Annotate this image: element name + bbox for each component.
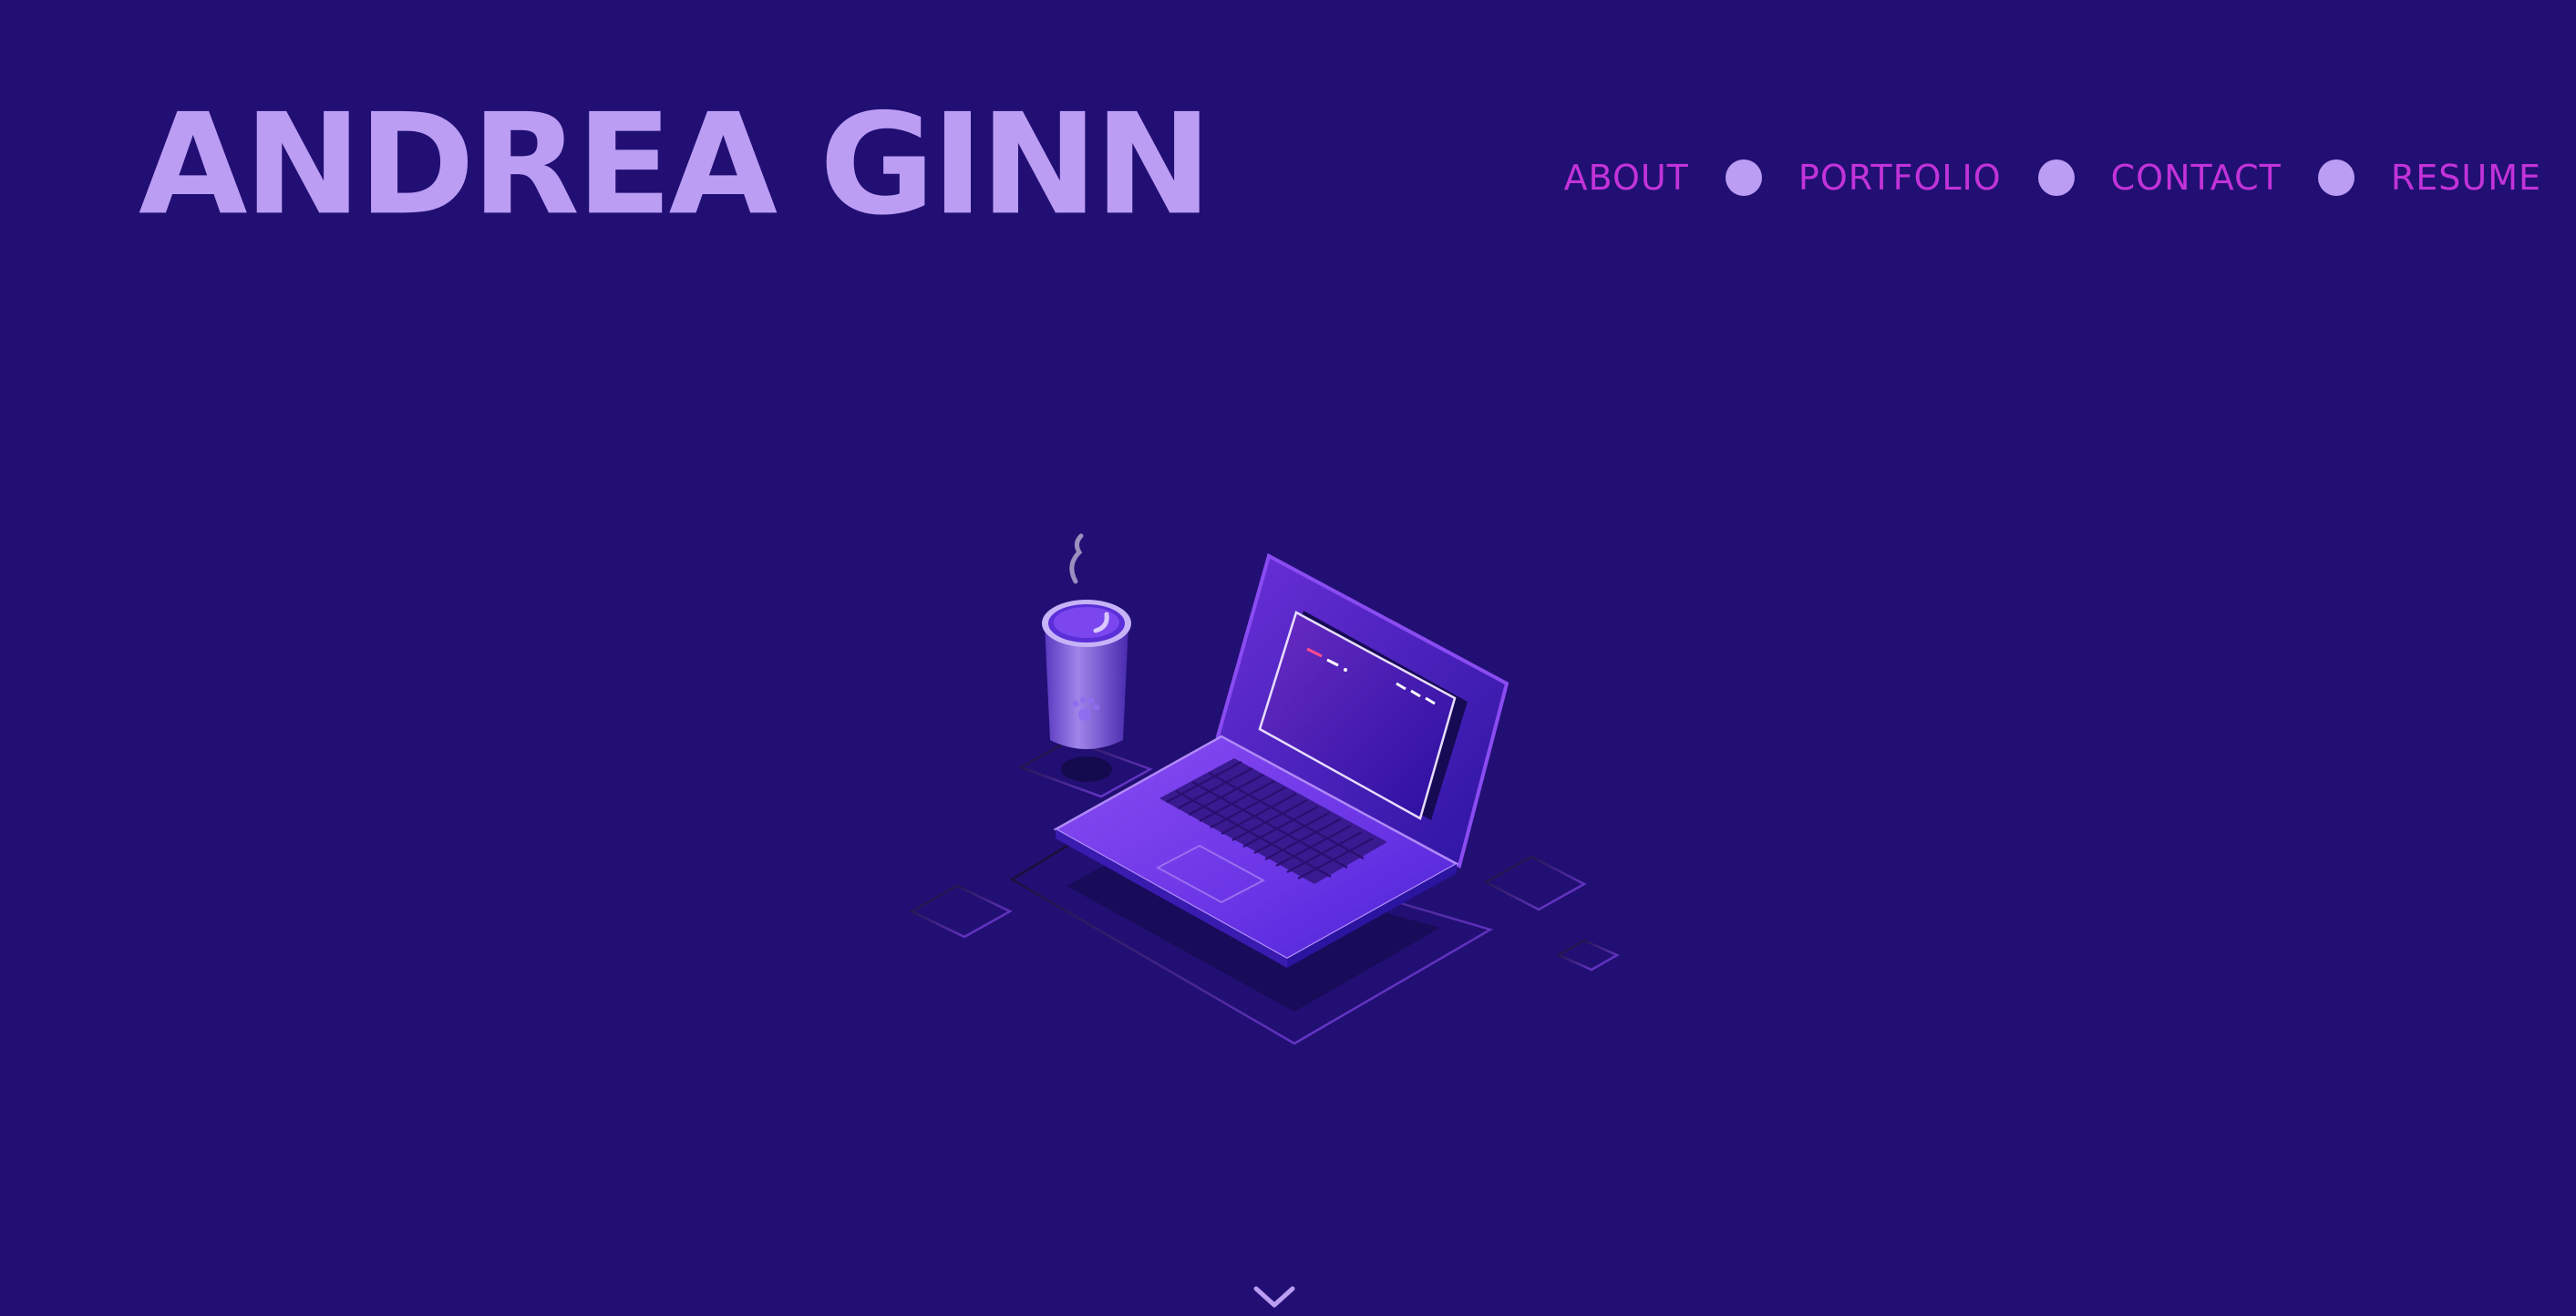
site-logo[interactable]: ANDREA GINN	[139, 95, 1212, 234]
chevron-down-icon[interactable]	[1252, 1283, 1297, 1311]
nav-separator-dot	[1725, 159, 1762, 196]
coffee-cup	[1042, 533, 1131, 749]
nav-link-resume[interactable]: RESUME	[2391, 155, 2541, 200]
hero-illustration	[909, 533, 1620, 1045]
main-nav: ABOUT PORTFOLIO CONTACT RESUME	[1564, 155, 2541, 200]
nav-link-portfolio[interactable]: PORTFOLIO	[1798, 155, 2002, 200]
nav-link-about[interactable]: ABOUT	[1564, 155, 1689, 200]
nav-separator-dot	[2037, 159, 2075, 196]
nav-link-contact[interactable]: CONTACT	[2111, 155, 2282, 200]
nav-separator-dot	[2317, 159, 2354, 196]
